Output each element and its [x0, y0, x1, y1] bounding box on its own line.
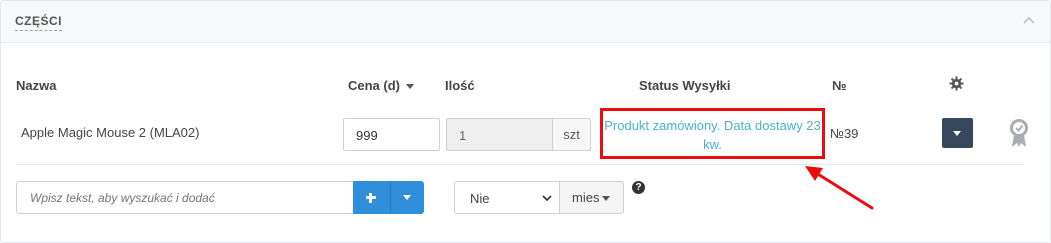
chevron-up-icon[interactable] — [1021, 13, 1037, 29]
price-input[interactable]: 999 — [343, 118, 440, 151]
panel-title[interactable]: CZĘŚCI — [15, 14, 63, 31]
panel-header: CZĘŚCI — [1, 1, 1050, 43]
gear-icon[interactable] — [949, 76, 964, 91]
chevron-down-icon — [542, 195, 552, 202]
sort-caret-icon — [406, 84, 414, 90]
column-header-name: Nazwa — [16, 78, 57, 93]
warranty-select[interactable]: Nie — [454, 181, 560, 214]
warranty-unit-label: mies — [572, 190, 600, 205]
column-header-number: № — [832, 78, 847, 93]
parts-panel: CZĘŚCI Nazwa Cena (d) Ilość Status Wysył… — [0, 0, 1051, 243]
plus-icon-vertical — [369, 193, 372, 203]
unit-addon: szt — [552, 118, 591, 151]
add-part-button[interactable] — [353, 181, 390, 214]
part-search-input[interactable] — [16, 181, 354, 214]
warranty-select-value: Nie — [470, 191, 490, 206]
question-icon[interactable]: ? — [632, 181, 645, 194]
row-actions-button[interactable] — [942, 118, 973, 148]
add-options-button[interactable] — [390, 181, 424, 214]
annotation-arrow-icon — [805, 166, 874, 210]
quantity-input: 1 — [446, 118, 553, 151]
caret-down-icon — [602, 196, 611, 202]
column-header-price-label: Cena (d) — [348, 78, 400, 93]
column-header-status: Status Wysyłki — [639, 78, 731, 93]
warranty-unit-dropdown[interactable]: mies — [559, 181, 624, 214]
column-header-price[interactable]: Cena (d) — [348, 78, 414, 93]
part-number: №39 — [830, 126, 859, 141]
caret-down-icon — [953, 131, 961, 136]
column-header-quantity: Ilość — [445, 78, 475, 93]
caret-down-icon — [403, 195, 411, 200]
part-name: Apple Magic Mouse 2 (MLA02) — [21, 125, 200, 140]
award-icon[interactable] — [1008, 118, 1030, 148]
